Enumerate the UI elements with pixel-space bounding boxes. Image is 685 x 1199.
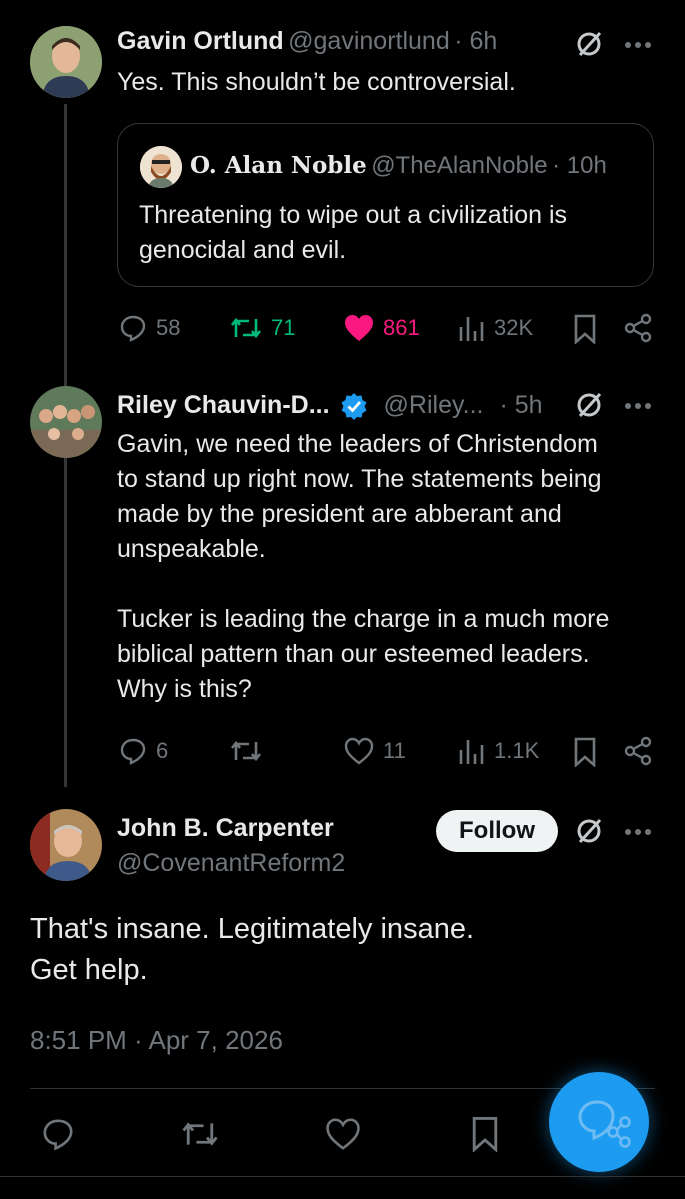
- quoted-tweet[interactable]: O. Alan Noble @TheAlanNoble · 10h Threat…: [117, 123, 654, 287]
- avatar-gavin[interactable]: [30, 26, 102, 98]
- post-time[interactable]: · 6h: [454, 27, 497, 55]
- grok-icon[interactable]: [575, 391, 603, 419]
- view-count: 32K: [494, 315, 534, 340]
- follow-button[interactable]: Follow: [436, 810, 558, 852]
- verified-badge-icon: [341, 392, 367, 420]
- more-options-icon[interactable]: [624, 402, 652, 410]
- reply-button[interactable]: 58: [118, 313, 180, 343]
- bookmark-icon[interactable]: [470, 1116, 500, 1152]
- author-handle[interactable]: @gavinortlund: [288, 27, 450, 55]
- tweet-text-line: unspeakable.: [117, 535, 266, 563]
- tweet-text: Yes. This shouldn’t be controversial.: [117, 68, 516, 96]
- quote-author-name: O. Alan Noble: [190, 152, 367, 179]
- repost-button[interactable]: [229, 736, 263, 766]
- tweet-text: Get help.: [30, 954, 148, 986]
- grok-icon[interactable]: [575, 30, 603, 58]
- repost-count: 71: [271, 315, 296, 340]
- quote-text-line: Threatening to wipe out a civilization i…: [139, 201, 568, 229]
- reply-count: 58: [156, 315, 181, 340]
- like-count: 861: [383, 315, 420, 340]
- views-button[interactable]: 32K: [458, 313, 533, 343]
- repost-icon: [230, 740, 262, 762]
- repost-button[interactable]: 71: [229, 313, 295, 343]
- reply-icon[interactable]: [40, 1116, 76, 1152]
- bookmark-icon[interactable]: [573, 737, 597, 767]
- view-count: 1.1K: [494, 738, 540, 763]
- reply-button[interactable]: 6: [118, 736, 168, 766]
- divider: [0, 1176, 685, 1177]
- quote-text-line: genocidal and evil.: [139, 236, 347, 264]
- post-time[interactable]: · 5h: [499, 391, 542, 420]
- grok-icon[interactable]: [575, 817, 603, 845]
- tweet-text-line: [117, 567, 677, 602]
- tweet-text-line: biblical pattern than our esteemed leade…: [117, 640, 590, 668]
- tweet-text: Gavin, we need the leaders of Christendo…: [117, 427, 677, 707]
- heart-icon: [344, 737, 374, 765]
- reply-share-icon: [578, 1100, 631, 1148]
- quote-post-time: · 10h: [552, 152, 607, 179]
- views-icon: [459, 740, 484, 764]
- author-name[interactable]: Riley Chauvin-D...: [117, 391, 330, 420]
- author-name[interactable]: John B. Carpenter: [117, 814, 334, 843]
- tweet-text-line: to stand up right now. The statements be…: [117, 465, 602, 493]
- quote-avatar: [140, 146, 182, 188]
- author-handle[interactable]: @CovenantReform2: [117, 849, 345, 878]
- compose-reply-fab[interactable]: [549, 1072, 649, 1172]
- tweet-text: That's insane. Legitimately insane.: [30, 913, 475, 945]
- reply-count: 6: [156, 738, 169, 763]
- repost-icon: [230, 317, 262, 339]
- views-button[interactable]: 1.1K: [458, 736, 539, 766]
- more-options-icon[interactable]: [624, 41, 652, 49]
- avatar-john[interactable]: [30, 809, 102, 881]
- bookmark-icon[interactable]: [573, 314, 597, 344]
- author-handle[interactable]: @Riley...: [384, 391, 484, 420]
- tweet-text-line: Why is this?: [117, 675, 252, 703]
- heart-filled-icon: [345, 315, 373, 341]
- avatar-riley[interactable]: [30, 386, 102, 458]
- tweet-text-line: Tucker is leading the charge in a much m…: [117, 605, 610, 633]
- heart-icon[interactable]: [324, 1116, 362, 1152]
- author-name[interactable]: Gavin Ortlund: [117, 27, 284, 55]
- like-button[interactable]: 861: [343, 313, 420, 343]
- repost-icon[interactable]: [180, 1116, 220, 1152]
- reply-icon: [120, 315, 146, 342]
- quote-author-handle: @TheAlanNoble: [371, 152, 548, 179]
- views-icon: [459, 317, 484, 341]
- tweet-text-line: made by the president are abberant and: [117, 500, 562, 528]
- reply-icon: [120, 738, 146, 765]
- share-icon[interactable]: [623, 313, 653, 343]
- like-button[interactable]: 11: [343, 736, 406, 766]
- post-timestamp[interactable]: 8:51 PM · Apr 7, 2026: [30, 1025, 283, 1056]
- tweet-text-line: Gavin, we need the leaders of Christendo…: [117, 430, 598, 458]
- like-count: 11: [383, 738, 406, 763]
- share-icon[interactable]: [623, 736, 653, 766]
- more-options-icon[interactable]: [624, 828, 652, 836]
